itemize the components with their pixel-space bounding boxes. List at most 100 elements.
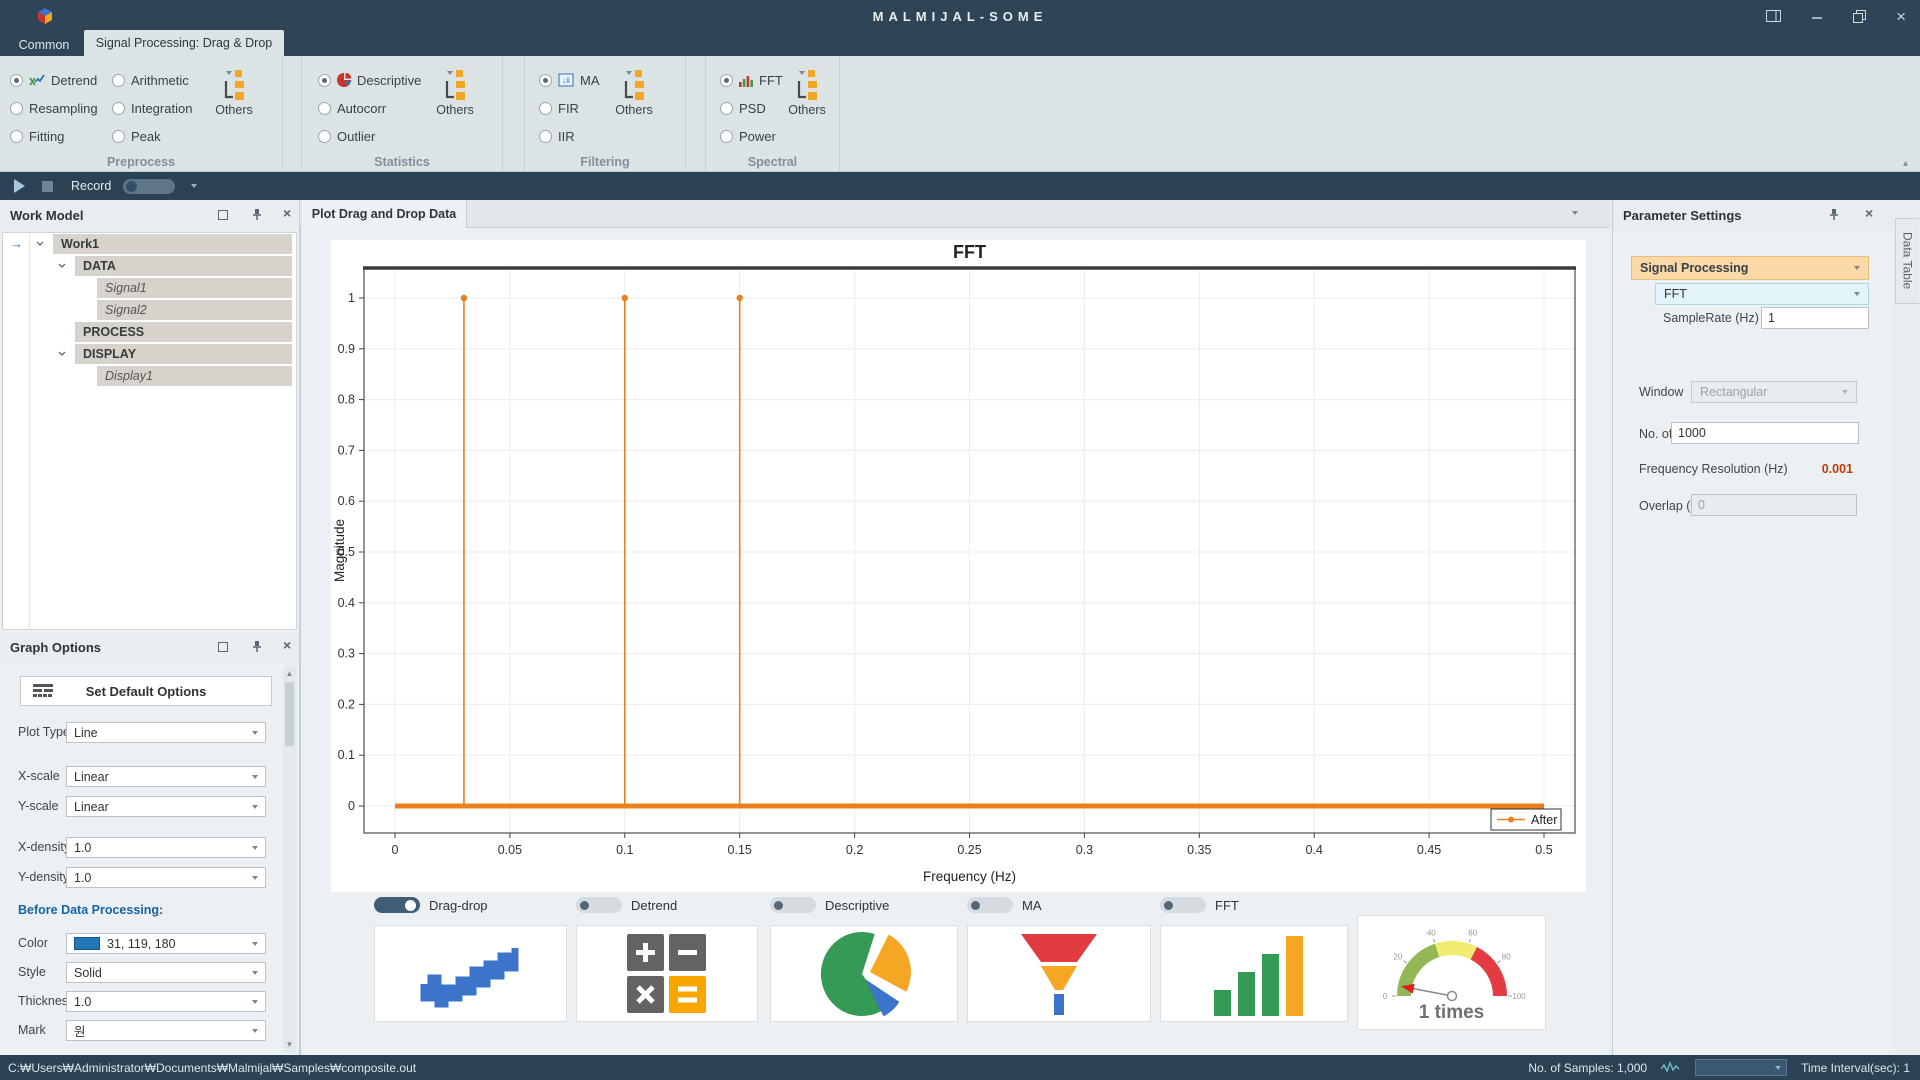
radio-peak[interactable]: Peak	[112, 128, 161, 144]
toggle-descriptive[interactable]: Descriptive	[770, 896, 889, 914]
nfft-input[interactable]: 1000	[1671, 422, 1859, 444]
tree-row[interactable]: DATA	[3, 255, 296, 277]
bar-chart-icon	[1204, 932, 1304, 1016]
freq-resolution-label: Frequency Resolution (Hz)	[1639, 462, 1788, 476]
radio-resampling[interactable]: Resampling	[10, 100, 98, 116]
radio-fft[interactable]: FFT	[720, 72, 783, 88]
toggle-fft[interactable]: FFT	[1160, 896, 1239, 914]
card-fft[interactable]	[1160, 925, 1348, 1022]
plot-document-area: 00.050.10.150.20.250.30.350.40.450.500.1…	[300, 228, 1610, 1055]
table-rows-icon	[33, 684, 53, 698]
window-label: Window	[1639, 385, 1683, 399]
radio-ma[interactable]: ↓x̄ MA	[539, 72, 600, 88]
others-button-spectral[interactable]: Others	[778, 68, 836, 117]
svg-text:0.45: 0.45	[1417, 843, 1441, 857]
chevron-down-icon[interactable]	[58, 263, 66, 268]
scroll-up-icon[interactable]: ▲	[283, 669, 296, 678]
chevron-down-icon[interactable]	[36, 241, 44, 246]
card-repeat-gauge[interactable]: 020406080100 1 times	[1357, 915, 1546, 1030]
ribbon-collapse-icon[interactable]: ▴	[1903, 158, 1908, 169]
tab-menu-caret-icon[interactable]	[1572, 211, 1578, 215]
others-button-filtering[interactable]: Others	[605, 68, 663, 117]
tab-common[interactable]: Common	[6, 34, 82, 56]
card-drag-drop[interactable]	[374, 925, 567, 1022]
y-scale-select[interactable]: Linear	[66, 796, 266, 817]
set-default-options-button[interactable]: Set Default Options	[20, 676, 272, 706]
style-select[interactable]: Solid	[66, 962, 266, 983]
close-icon[interactable]: ×	[1896, 8, 1906, 25]
card-descriptive[interactable]	[770, 925, 958, 1022]
scroll-down-icon[interactable]: ▼	[283, 1040, 296, 1049]
tree-row[interactable]: → Work1	[3, 233, 296, 255]
radio-iir[interactable]: IIR	[539, 128, 575, 144]
svg-text:0: 0	[1382, 992, 1387, 1001]
tree-row[interactable]: DISPLAY	[3, 343, 296, 365]
dock-panel-icon[interactable]	[1766, 10, 1781, 22]
ribbon-group-filtering: ↓x̄ MA FIR IIR Others Filtering	[524, 56, 686, 171]
toggle-drag-drop[interactable]: Drag-drop	[374, 896, 488, 914]
svg-text:0.05: 0.05	[498, 843, 522, 857]
chevron-down-icon[interactable]	[58, 351, 66, 356]
radio-outlier[interactable]: Outlier	[318, 128, 375, 144]
radio-fitting[interactable]: Fitting	[10, 128, 64, 144]
scrollbar[interactable]: ▲ ▼	[283, 666, 296, 1052]
category-select[interactable]: Signal Processing	[1631, 256, 1869, 280]
mark-select[interactable]: 원	[66, 1020, 266, 1041]
method-select[interactable]: FFT	[1655, 283, 1869, 305]
thickness-select[interactable]: 1.0	[66, 991, 266, 1012]
radio-integration[interactable]: Integration	[112, 100, 192, 116]
stop-icon[interactable]	[42, 181, 53, 192]
data-table-tab[interactable]: Data Table	[1895, 218, 1919, 304]
pin-icon[interactable]	[252, 640, 262, 653]
pin-icon[interactable]	[252, 208, 262, 221]
overlap-input[interactable]: 0	[1691, 494, 1857, 516]
card-detrend[interactable]	[576, 925, 758, 1022]
radio-autocorr[interactable]: Autocorr	[318, 100, 386, 116]
x-scale-select[interactable]: Linear	[66, 766, 266, 787]
tree-row[interactable]: Signal2	[3, 299, 296, 321]
fft-plot[interactable]: 00.050.10.150.20.250.30.350.40.450.500.1…	[331, 240, 1586, 892]
maximize-icon[interactable]	[218, 210, 228, 222]
svg-text:0.8: 0.8	[338, 393, 355, 407]
tree-row[interactable]: Display1	[3, 365, 296, 387]
y-density-select[interactable]: 1.0	[66, 867, 266, 888]
svg-text:0.4: 0.4	[338, 596, 355, 610]
x-density-select[interactable]: 1.0	[66, 837, 266, 858]
play-icon[interactable]	[14, 179, 26, 193]
window-select[interactable]: Rectangular	[1691, 381, 1857, 403]
pin-icon[interactable]	[1829, 208, 1839, 221]
tab-plot-drag-and-drop[interactable]: Plot Drag and Drop Data	[302, 200, 467, 228]
tree-row[interactable]: Signal1	[3, 277, 296, 299]
radio-psd[interactable]: PSD	[720, 100, 766, 116]
radio-descriptive[interactable]: Descriptive	[318, 72, 421, 88]
status-dropdown[interactable]	[1695, 1059, 1787, 1076]
maximize-icon[interactable]	[218, 642, 228, 654]
close-icon[interactable]: ×	[1865, 206, 1873, 220]
svg-text:40: 40	[1426, 928, 1435, 937]
minimize-icon[interactable]	[1811, 10, 1823, 22]
tree-row[interactable]: PROCESS	[3, 321, 296, 343]
plot-type-row: Plot Type Line	[0, 722, 299, 743]
card-ma[interactable]	[967, 925, 1151, 1022]
radio-arithmetic[interactable]: Arithmetic	[112, 72, 189, 88]
scroll-thumb[interactable]	[285, 682, 294, 746]
tab-signal-processing[interactable]: Signal Processing: Drag & Drop	[84, 30, 284, 56]
sample-rate-input[interactable]: 1	[1761, 307, 1869, 329]
toggle-ma[interactable]: MA	[967, 896, 1042, 914]
record-dropdown-caret-icon[interactable]	[191, 184, 197, 188]
color-select[interactable]: 31, 119, 180	[66, 933, 266, 954]
others-button-preprocess[interactable]: Others	[205, 68, 263, 117]
gauge-icon: 020406080100	[1359, 922, 1545, 1008]
radio-fir[interactable]: FIR	[539, 100, 579, 116]
radio-detrend[interactable]: Detrend	[10, 72, 97, 88]
fft-bars-icon	[739, 74, 753, 87]
record-toggle[interactable]	[123, 179, 175, 194]
others-button-statistics[interactable]: Others	[426, 68, 484, 117]
radio-power[interactable]: Power	[720, 128, 776, 144]
plot-type-select[interactable]: Line	[66, 722, 266, 743]
dropdown-caret-icon	[226, 71, 232, 75]
restore-icon[interactable]	[1853, 10, 1866, 23]
toggle-detrend[interactable]: Detrend	[576, 896, 677, 914]
close-icon[interactable]: ×	[283, 206, 291, 220]
close-icon[interactable]: ×	[283, 638, 291, 652]
